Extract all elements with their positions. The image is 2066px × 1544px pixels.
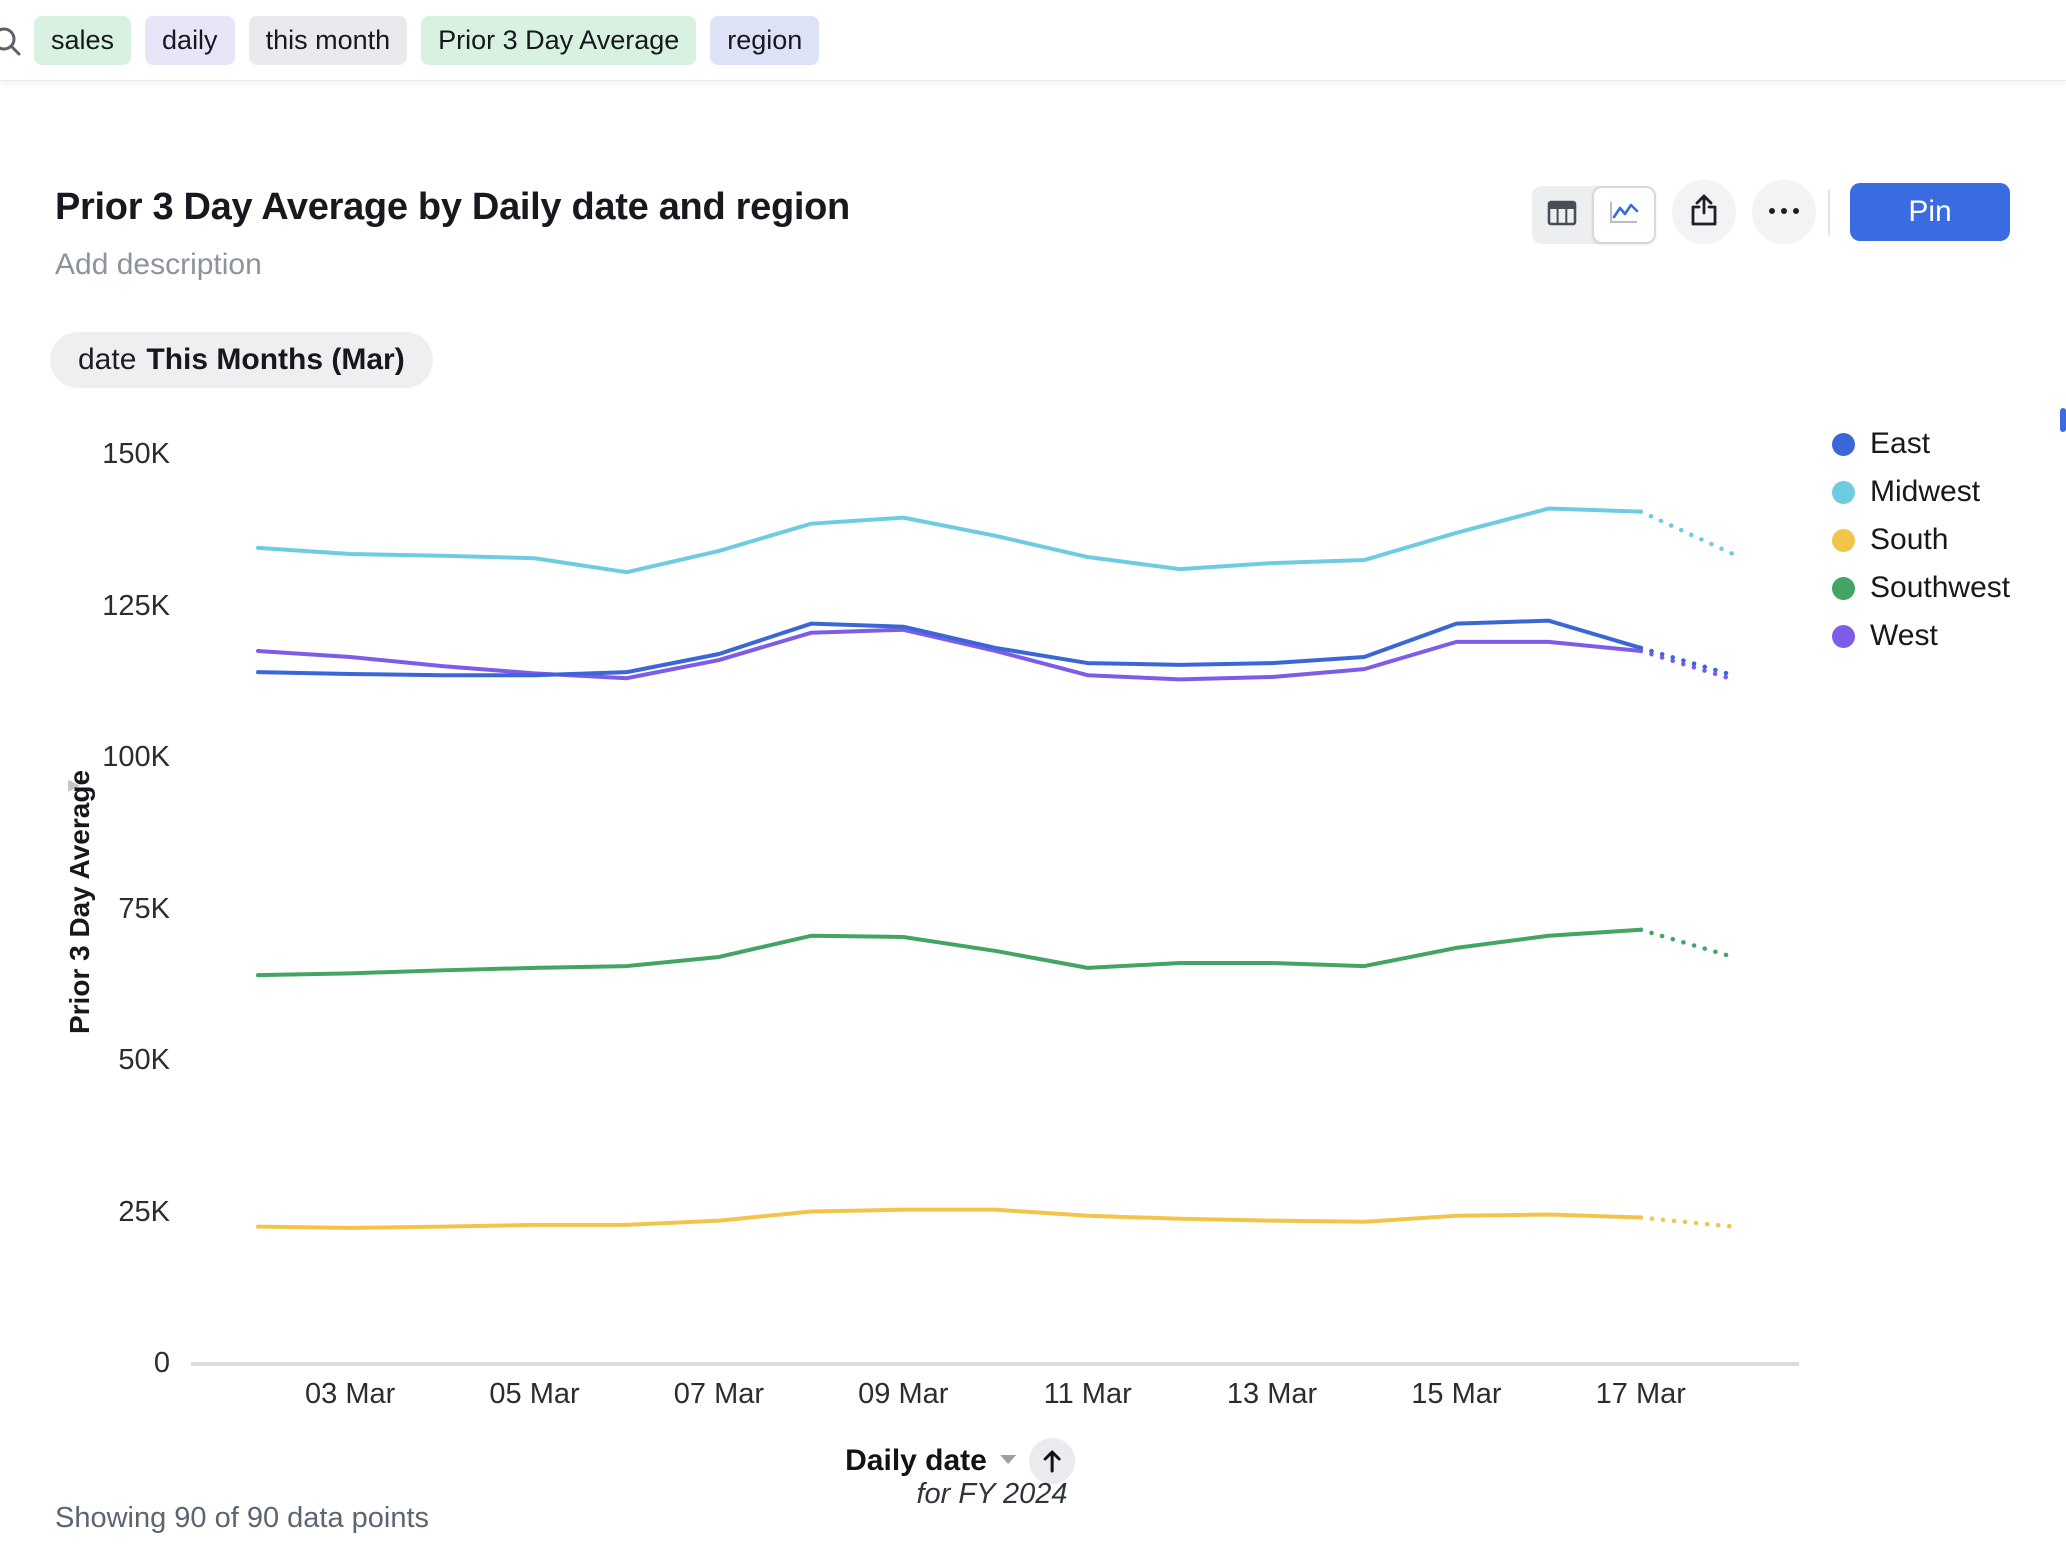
legend-dot-southwest xyxy=(1832,577,1855,600)
search-icon xyxy=(0,22,24,67)
legend-dot-east xyxy=(1832,433,1855,456)
chevron-down-icon xyxy=(999,1452,1017,1470)
arrow-up-icon xyxy=(1041,1448,1063,1474)
table-view-button[interactable] xyxy=(1532,186,1592,244)
legend-item-west[interactable]: West xyxy=(1832,612,2010,660)
series-line-southwest[interactable] xyxy=(258,930,1641,975)
y-tick-25K: 25K xyxy=(30,1197,170,1227)
y-tick-0: 0 xyxy=(30,1348,170,1378)
legend-label: East xyxy=(1870,427,1930,461)
legend-label: Midwest xyxy=(1870,475,1980,509)
line-chart-plot[interactable] xyxy=(0,0,2066,1544)
y-tick-100K: 100K xyxy=(30,742,170,772)
x-tick-11-mar: 11 Mar xyxy=(1018,1378,1158,1411)
series-line-projection-midwest[interactable] xyxy=(1641,512,1733,554)
x-tick-09-mar: 09 Mar xyxy=(833,1378,973,1411)
series-line-projection-southwest[interactable] xyxy=(1641,930,1733,957)
series-line-south[interactable] xyxy=(258,1210,1641,1228)
line-chart-icon xyxy=(1608,200,1640,231)
series-line-midwest[interactable] xyxy=(258,509,1641,573)
legend-dot-west xyxy=(1832,625,1855,648)
legend-item-east[interactable]: East xyxy=(1832,420,2010,468)
series-line-projection-west[interactable] xyxy=(1641,651,1733,679)
x-axis-subtitle: for FY 2024 xyxy=(916,1478,1067,1511)
view-toggle xyxy=(1532,186,1656,244)
chart-view-button[interactable] xyxy=(1592,186,1656,244)
legend-item-southwest[interactable]: Southwest xyxy=(1832,564,2010,612)
ellipsis-icon xyxy=(1767,203,1801,221)
table-icon xyxy=(1547,200,1577,231)
search-token-prior-3-day-average[interactable]: Prior 3 Day Average xyxy=(421,16,696,65)
y-axis-title: Prior 3 Day Average xyxy=(64,770,96,1034)
more-options-button[interactable] xyxy=(1752,180,1816,244)
search-token-sales[interactable]: sales xyxy=(34,16,131,65)
y-tick-50K: 50K xyxy=(30,1045,170,1075)
legend-item-south[interactable]: South xyxy=(1832,516,2010,564)
x-tick-17-mar: 17 Mar xyxy=(1571,1378,1711,1411)
series-line-projection-south[interactable] xyxy=(1641,1218,1733,1227)
x-tick-03-mar: 03 Mar xyxy=(280,1378,420,1411)
search-token-this-month[interactable]: this month xyxy=(249,16,408,65)
search-token-region[interactable]: region xyxy=(710,16,819,65)
legend-item-midwest[interactable]: Midwest xyxy=(1832,468,2010,516)
x-tick-05-mar: 05 Mar xyxy=(465,1378,605,1411)
y-tick-150K: 150K xyxy=(30,439,170,469)
y-tick-125K: 125K xyxy=(30,591,170,621)
legend-label: Southwest xyxy=(1870,571,2010,605)
search-token-daily[interactable]: daily xyxy=(145,16,235,65)
x-tick-07-mar: 07 Mar xyxy=(649,1378,789,1411)
legend-label: South xyxy=(1870,523,1948,557)
search-token-row: sales daily this month Prior 3 Day Average r… xyxy=(34,16,819,65)
x-tick-15-mar: 15 Mar xyxy=(1386,1378,1526,1411)
share-button[interactable] xyxy=(1672,180,1736,244)
series-line-projection-east[interactable] xyxy=(1641,648,1733,675)
legend-dot-midwest xyxy=(1832,481,1855,504)
x-axis-title: Daily date xyxy=(845,1444,987,1478)
app-window: sales daily this month Prior 3 Day Average r… xyxy=(0,0,2066,1544)
y-tick-75K: 75K xyxy=(30,894,170,924)
data-points-count: Showing 90 of 90 data points xyxy=(55,1502,429,1535)
chart-legend: East Midwest South Southwest West xyxy=(1832,420,2010,660)
search-bar[interactable]: sales daily this month Prior 3 Day Average r… xyxy=(0,0,2066,80)
legend-dot-south xyxy=(1832,529,1855,552)
x-tick-13-mar: 13 Mar xyxy=(1202,1378,1342,1411)
legend-label: West xyxy=(1870,619,1938,653)
export-icon xyxy=(1688,192,1720,233)
